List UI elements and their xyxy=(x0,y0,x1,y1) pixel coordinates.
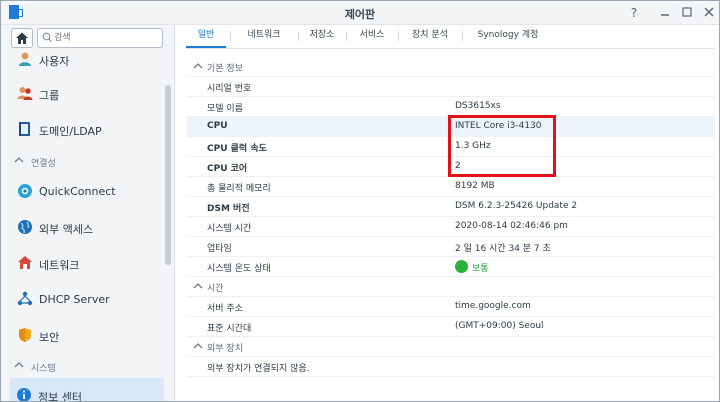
info-value: DS3615xs xyxy=(455,101,501,111)
status-ok-icon xyxy=(455,260,468,273)
group-time[interactable]: 시간 xyxy=(187,277,715,297)
info-icon xyxy=(17,388,31,401)
chevron-up-icon xyxy=(14,157,24,163)
sidebar-item-security[interactable]: 보안 xyxy=(1,318,165,352)
info-row-time-server: 서버 주소 time.google.com xyxy=(187,297,715,317)
chevron-up-icon xyxy=(14,362,24,368)
sidebar-section-system[interactable]: 시스템 xyxy=(1,356,165,376)
control-panel-window: 제어판 ? 검색 사용자 그룹 도메인/LDAP 연결성 QuickConnec… xyxy=(0,0,720,402)
group-label: 외부 장치 xyxy=(207,344,243,354)
group-basic-info[interactable]: 기본 정보 xyxy=(187,57,715,77)
user-icon xyxy=(19,52,31,66)
info-row-memory: 총 물리적 메모리 8192 MB xyxy=(187,177,715,197)
info-key: 서버 주소 xyxy=(207,304,243,314)
sidebar-item-label: 외부 액세스 xyxy=(39,223,94,236)
sidebar-item-label: 보안 xyxy=(39,331,60,344)
info-value: time.google.com xyxy=(455,301,531,311)
sidebar-item-users[interactable]: 사용자 xyxy=(1,42,165,76)
shield-icon xyxy=(19,328,31,342)
info-row-system-time: 시스템 시간 2020-08-14 02:46:46 pm xyxy=(187,217,715,237)
info-row-temperature: 시스템 온도 상태 보통 xyxy=(187,257,715,277)
info-key: 시스템 온도 상태 xyxy=(207,264,271,274)
chevron-up-icon xyxy=(193,283,203,289)
info-key: CPU 코어 xyxy=(207,164,248,174)
sidebar-item-domain[interactable]: 도메인/LDAP xyxy=(1,112,165,146)
info-key: DSM 버전 xyxy=(207,204,250,214)
minimize-icon[interactable] xyxy=(657,5,673,21)
info-key: 모델 이름 xyxy=(207,104,243,114)
sidebar-item-quickconnect[interactable]: QuickConnect xyxy=(1,174,165,208)
info-key: 업타임 xyxy=(207,244,232,254)
info-key: CPU 클럭 속도 xyxy=(207,144,267,154)
sidebar-section-label: 시스템 xyxy=(31,364,56,374)
sidebar-section-label: 연결성 xyxy=(31,159,56,169)
sidebar-item-external-access[interactable]: 외부 액세스 xyxy=(1,210,165,244)
help-icon[interactable]: ? xyxy=(626,5,642,21)
dhcp-icon xyxy=(17,291,33,306)
info-key: 시스템 시간 xyxy=(207,224,252,234)
group-external-devices[interactable]: 외부 장치 xyxy=(187,337,715,357)
info-row-serial: 시리얼 번호 xyxy=(187,77,715,97)
domain-icon xyxy=(19,122,30,136)
sidebar-section-connectivity[interactable]: 연결성 xyxy=(1,151,165,171)
tab-synology-account[interactable]: Synology 계정 xyxy=(466,26,550,48)
info-value: 2020-08-14 02:46:46 pm xyxy=(455,221,568,231)
sidebar: 사용자 그룹 도메인/LDAP 연결성 xyxy=(1,25,175,401)
status-text: 보통 xyxy=(472,264,489,274)
info-key: 시리얼 번호 xyxy=(207,84,252,94)
sidebar-item-label: 사용자 xyxy=(39,55,70,68)
sidebar-item-label: 그룹 xyxy=(39,89,60,102)
tab-divider xyxy=(186,48,716,49)
tab-services[interactable]: 서비스 xyxy=(350,26,394,48)
info-key: CPU xyxy=(207,121,228,131)
sidebar-item-dhcp-server[interactable]: DHCP Server xyxy=(1,282,165,316)
sidebar-item-info-center[interactable]: 정보 센터 xyxy=(10,378,164,401)
group-label: 시간 xyxy=(207,284,224,294)
info-value: (GMT+09:00) Seoul xyxy=(455,321,544,331)
chevron-up-icon xyxy=(193,63,203,69)
info-key: 표준 시간대 xyxy=(207,324,252,334)
sidebar-scrollbar[interactable] xyxy=(165,85,171,265)
globe-icon xyxy=(18,220,32,234)
info-row-uptime: 업타임 2 일 16 시간 34 분 7 초 xyxy=(187,237,715,257)
info-note: 외부 장치가 연결되지 않음. xyxy=(207,364,310,374)
info-row-dsm-version: DSM 버전 DSM 6.2.3-25426 Update 2 xyxy=(187,197,715,217)
tab-bar: 일반 네트워크 저장소 서비스 장치 분석 Synology 계정 xyxy=(186,26,716,48)
maximize-icon[interactable] xyxy=(679,5,695,21)
group-icon xyxy=(17,87,33,100)
info-key: 총 물리적 메모리 xyxy=(207,184,271,194)
network-icon xyxy=(18,256,32,269)
tab-storage[interactable]: 저장소 xyxy=(302,26,342,48)
window-title: 제어판 xyxy=(344,8,376,21)
sidebar-item-label: 네트워크 xyxy=(39,259,80,272)
tab-device-analysis[interactable]: 장치 분석 xyxy=(402,26,458,48)
tab-network[interactable]: 네트워크 xyxy=(234,26,294,48)
info-row-external-none: 외부 장치가 연결되지 않음. xyxy=(187,357,715,377)
red-highlight-box xyxy=(448,115,556,177)
chevron-up-icon xyxy=(193,343,203,349)
info-row-model: 모델 이름 DS3615xs xyxy=(187,97,715,117)
sidebar-item-network[interactable]: 네트워크 xyxy=(1,246,165,280)
sidebar-item-label: DHCP Server xyxy=(39,293,110,306)
sidebar-item-label: 도메인/LDAP xyxy=(39,125,102,138)
info-row-timezone: 표준 시간대 (GMT+09:00) Seoul xyxy=(187,317,715,337)
info-value: DSM 6.2.3-25426 Update 2 xyxy=(455,201,578,211)
tab-general[interactable]: 일반 xyxy=(186,26,226,48)
info-value: 2 일 16 시간 34 분 7 초 xyxy=(455,244,551,254)
close-icon[interactable] xyxy=(701,5,717,21)
quickconnect-icon xyxy=(18,184,32,198)
sidebar-item-label: QuickConnect xyxy=(39,185,116,198)
info-value: 8192 MB xyxy=(455,181,495,191)
sidebar-item-label: 정보 센터 xyxy=(38,391,82,401)
group-label: 기본 정보 xyxy=(207,64,243,74)
title-bar: 제어판 ? xyxy=(1,1,719,25)
sidebar-item-groups[interactable]: 그룹 xyxy=(1,76,165,110)
